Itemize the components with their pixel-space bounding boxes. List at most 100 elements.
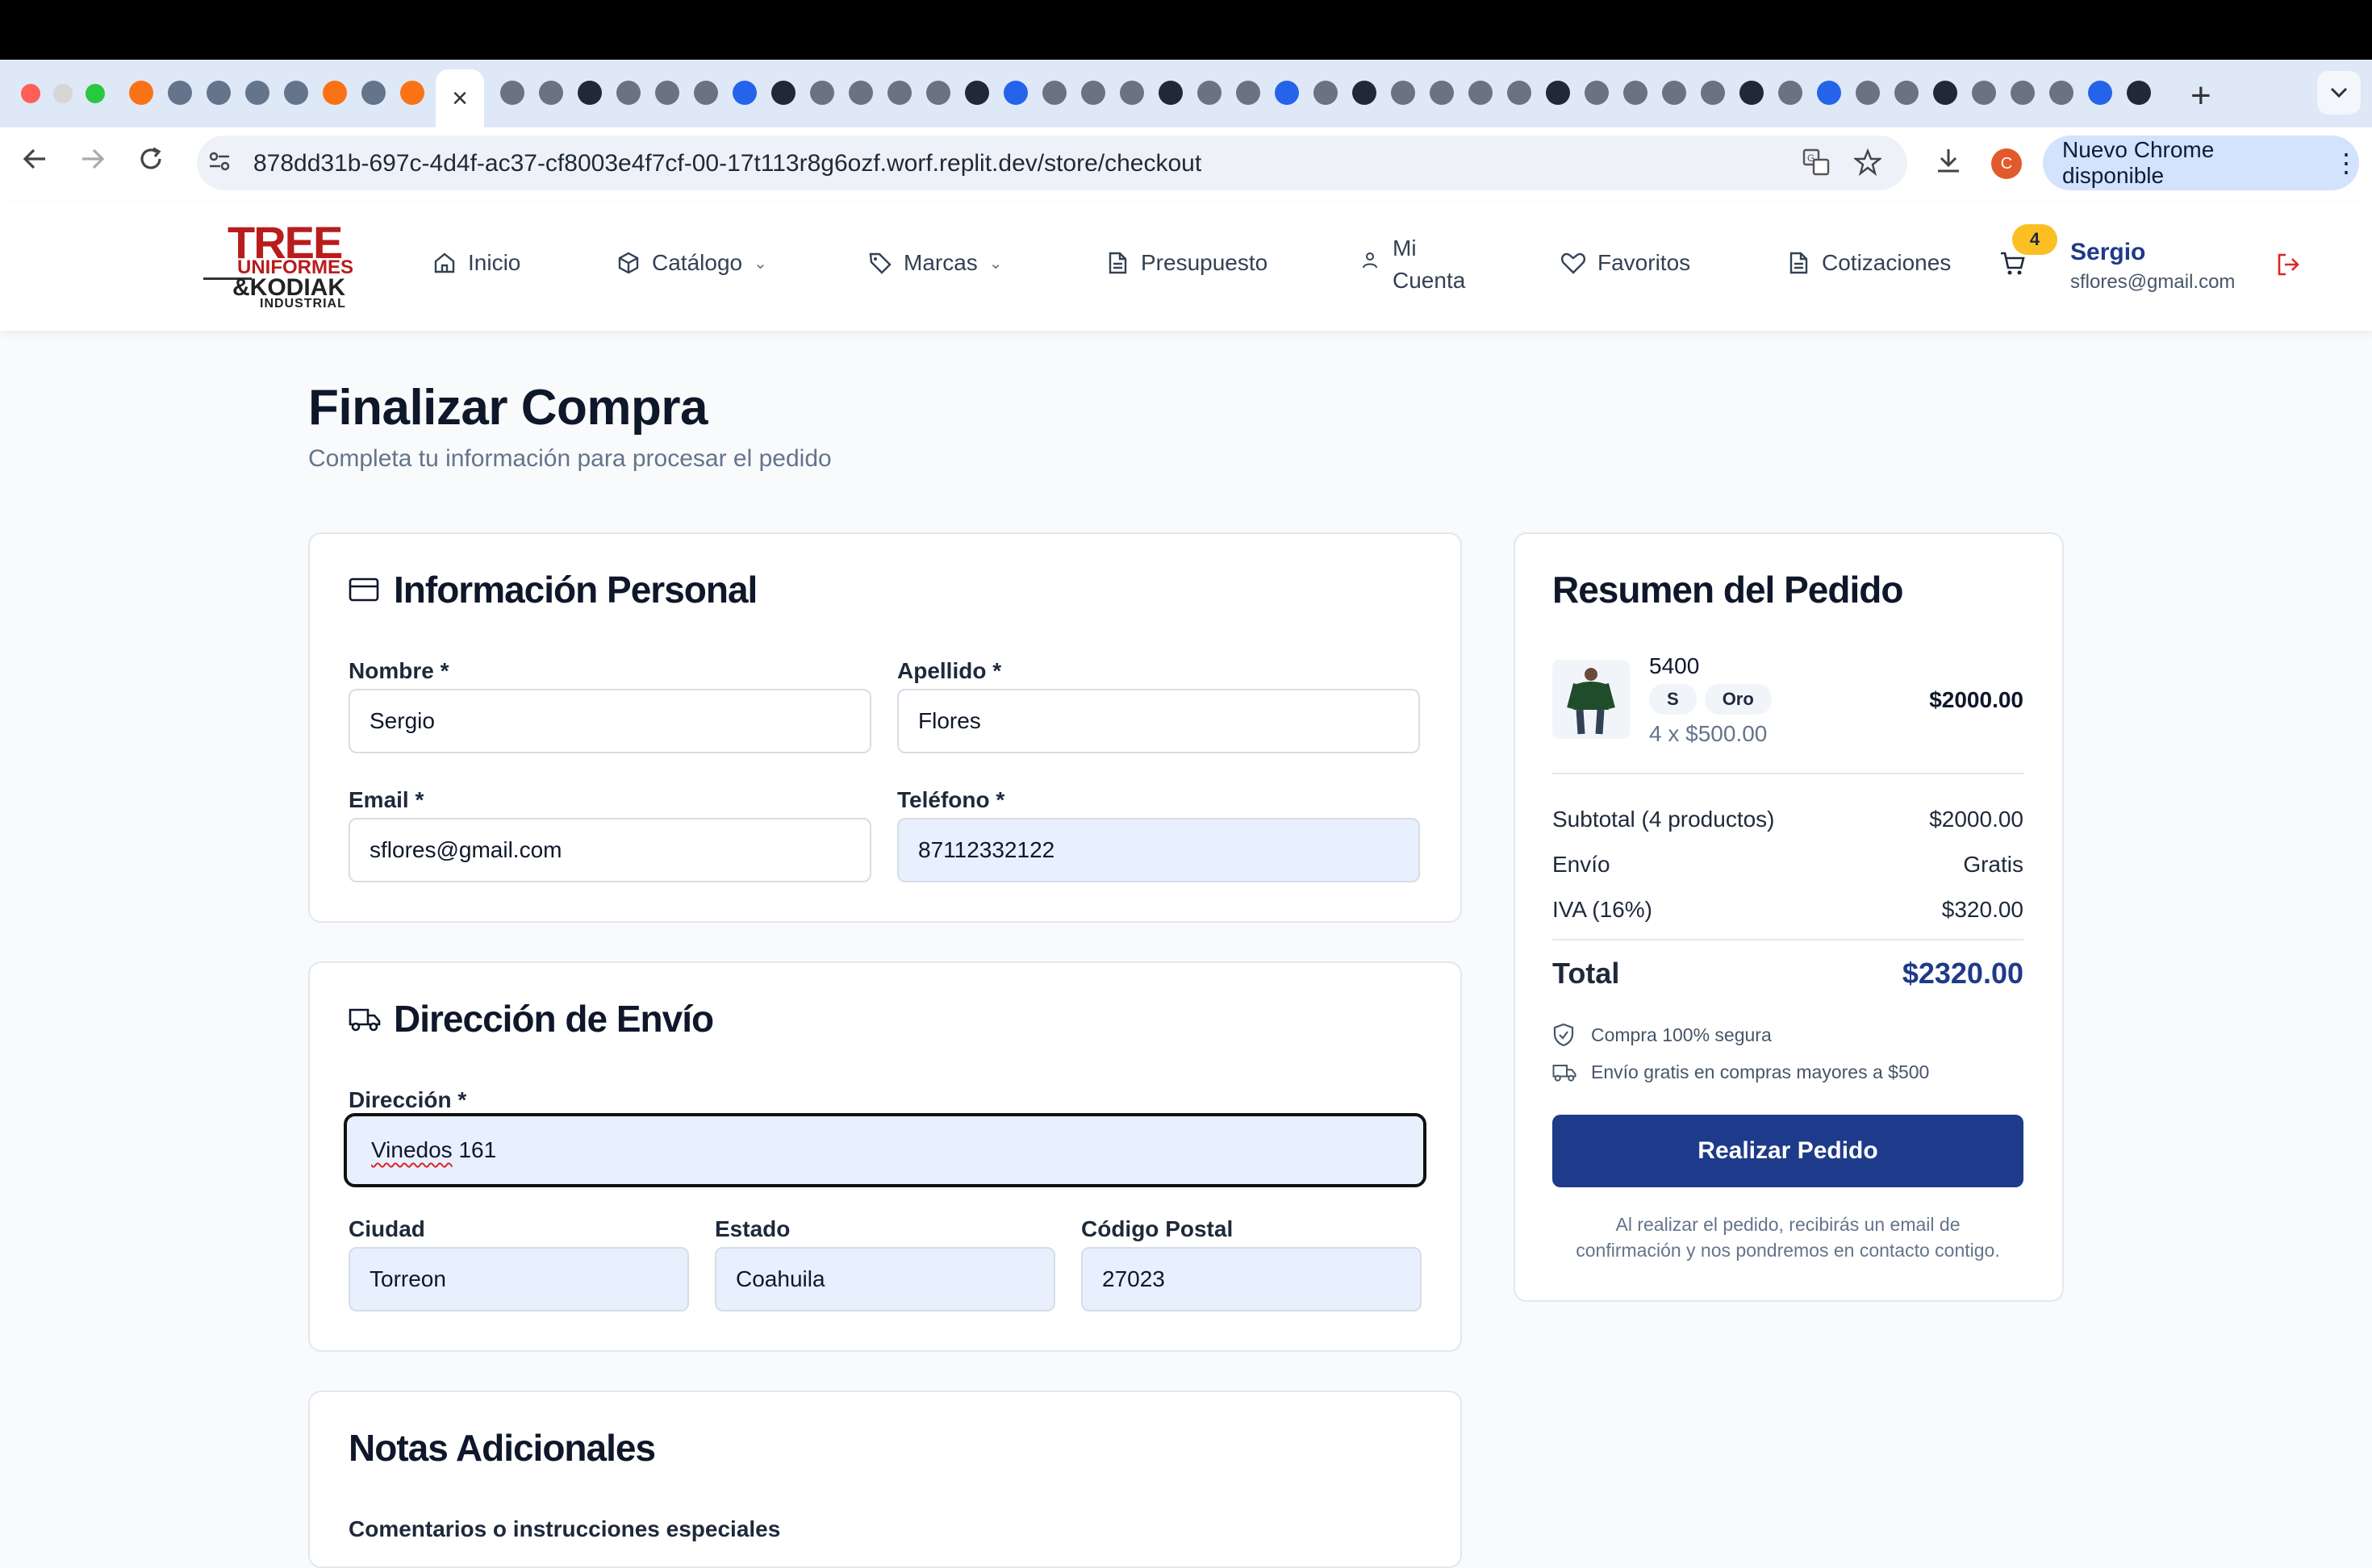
tab-favicon-icon[interactable]	[1275, 81, 1299, 105]
secure-note: Compra 100% segura	[1552, 1023, 1772, 1047]
tab-favicon-icon[interactable]	[539, 81, 563, 105]
tab-favicon-icon[interactable]	[1391, 81, 1415, 105]
tab-favicon-icon[interactable]	[1430, 81, 1454, 105]
cart-count-badge: 4	[2012, 224, 2057, 255]
logout-button[interactable]	[2275, 252, 2301, 281]
tab-favicon-icon[interactable]	[1120, 81, 1144, 105]
nav-cotizaciones[interactable]: Cotizaciones	[1786, 250, 1951, 276]
bookmark-star-icon[interactable]	[1852, 148, 1883, 182]
minimize-window-button[interactable]	[53, 84, 73, 103]
tab-favicon-icon[interactable]	[1081, 81, 1105, 105]
tab-favicon-icon[interactable]	[1507, 81, 1531, 105]
tab-favicon-icon[interactable]	[1662, 81, 1686, 105]
tab-favicon-icon[interactable]	[1739, 81, 1764, 105]
tab-favicon-icon[interactable]	[1701, 81, 1725, 105]
tab-favicon-icon[interactable]	[1894, 81, 1919, 105]
tab-favicon-icon[interactable]	[1856, 81, 1880, 105]
telefono-label: Teléfono *	[897, 787, 1005, 812]
tab-favicon-icon[interactable]	[1236, 81, 1260, 105]
tab-favicon-icon[interactable]	[168, 81, 192, 105]
download-icon[interactable]	[1935, 147, 1962, 181]
cp-field[interactable]	[1081, 1247, 1422, 1312]
tab-favicon-icon[interactable]	[1042, 81, 1067, 105]
tab-favicon-icon[interactable]	[1004, 81, 1028, 105]
nombre-field[interactable]	[349, 689, 871, 753]
nav-mi-cuenta-icon-wrap[interactable]	[1360, 250, 1391, 269]
tab-favicon-icon[interactable]	[1623, 81, 1647, 105]
nav-inicio[interactable]: Inicio	[432, 250, 520, 276]
tab-favicon-icon[interactable]	[1352, 81, 1376, 105]
nav-catalogo[interactable]: Catálogo ⌄	[616, 250, 767, 276]
tab-favicon-icon[interactable]	[1197, 81, 1221, 105]
nav-inicio-label: Inicio	[468, 250, 521, 275]
tab-favicon-icon[interactable]	[965, 81, 989, 105]
tab-favicon-icon[interactable]	[1817, 81, 1841, 105]
active-tab[interactable]: ×	[436, 69, 484, 127]
tab-favicon-icon[interactable]	[323, 81, 347, 105]
tab-favicon-icon[interactable]	[1585, 81, 1609, 105]
envio-row: Envío Gratis	[1552, 852, 2023, 878]
tab-favicon-icon[interactable]	[2088, 81, 2112, 105]
tab-favicon-icon[interactable]	[1313, 81, 1338, 105]
tab-favicon-icon[interactable]	[284, 81, 308, 105]
total-label: Total	[1552, 957, 1620, 990]
tab-favicon-icon[interactable]	[361, 81, 386, 105]
telefono-field[interactable]	[897, 818, 1420, 882]
tab-favicon-icon[interactable]	[1546, 81, 1570, 105]
site-info-icon[interactable]	[207, 148, 232, 181]
more-menu-icon[interactable]: ⋮	[2333, 148, 2359, 178]
tab-favicon-icon[interactable]	[1778, 81, 1802, 105]
nav-presupuesto[interactable]: Presupuesto	[1105, 250, 1267, 276]
back-button[interactable]	[21, 145, 48, 181]
tab-favicon-icon[interactable]	[694, 81, 718, 105]
tab-favicon-icon[interactable]	[2049, 81, 2073, 105]
tab-favicon-icon[interactable]	[1468, 81, 1493, 105]
tab-favicon-icon[interactable]	[1933, 81, 1957, 105]
tab-favicon-icon[interactable]	[1159, 81, 1183, 105]
product-thumbnail	[1552, 660, 1630, 739]
tab-favicon-icon[interactable]	[887, 81, 912, 105]
update-label: Nuevo Chrome disponible	[2062, 137, 2215, 188]
ciudad-field[interactable]	[349, 1247, 689, 1312]
reload-button[interactable]	[137, 145, 165, 181]
forward-button[interactable]	[79, 145, 106, 181]
nav-marcas[interactable]: Marcas ⌄	[868, 250, 1003, 276]
tab-favicon-icon[interactable]	[616, 81, 641, 105]
tab-favicon-icon[interactable]	[655, 81, 679, 105]
tab-favicon-icon[interactable]	[810, 81, 834, 105]
nav-mi-cuenta[interactable]: Mi Cuenta	[1393, 232, 1465, 297]
close-tab-icon[interactable]: ×	[452, 83, 468, 115]
iva-label: IVA (16%)	[1552, 897, 1652, 922]
new-tab-button[interactable]: +	[2190, 76, 2211, 116]
tab-favicon-icon[interactable]	[129, 81, 153, 105]
profile-avatar[interactable]: C	[1991, 148, 2022, 179]
email-field[interactable]	[349, 818, 871, 882]
tab-favicon-icon[interactable]	[578, 81, 602, 105]
tab-favicon-icon[interactable]	[2127, 81, 2151, 105]
tab-search-button[interactable]	[2317, 71, 2361, 115]
place-order-button[interactable]: Realizar Pedido	[1552, 1115, 2023, 1187]
chrome-update-button[interactable]: Nuevo Chrome disponible ⋮	[2043, 136, 2359, 190]
tab-favicon-icon[interactable]	[926, 81, 950, 105]
tab-favicon-icon[interactable]	[1972, 81, 1996, 105]
tab-favicon-icon[interactable]	[400, 81, 424, 105]
close-window-button[interactable]	[21, 84, 40, 103]
maximize-window-button[interactable]	[86, 84, 105, 103]
tab-favicon-icon[interactable]	[500, 81, 524, 105]
tab-favicon-icon[interactable]	[733, 81, 757, 105]
url-text[interactable]: 878dd31b-697c-4d4f-ac37-cf8003e4f7cf-00-…	[253, 150, 1201, 177]
tab-favicon-icon[interactable]	[771, 81, 796, 105]
tab-favicon-icon[interactable]	[207, 81, 231, 105]
tab-favicon-icon[interactable]	[849, 81, 873, 105]
direccion-field[interactable]: Vinedos 161	[344, 1113, 1426, 1187]
product-name: 5400	[1649, 653, 1700, 678]
translate-icon[interactable]: G	[1802, 148, 1830, 182]
apellido-field[interactable]	[897, 689, 1420, 753]
tab-favicon-icon[interactable]	[245, 81, 269, 105]
total-row: Total $2320.00	[1552, 957, 2023, 990]
cart-button[interactable]	[1999, 250, 2027, 281]
store-logo[interactable]: TREE UNIFORMES &KODIAK INDUSTRIAL	[203, 216, 358, 315]
tab-favicon-icon[interactable]	[2011, 81, 2035, 105]
estado-field[interactable]	[715, 1247, 1055, 1312]
nav-favoritos[interactable]: Favoritos	[1560, 250, 1690, 276]
